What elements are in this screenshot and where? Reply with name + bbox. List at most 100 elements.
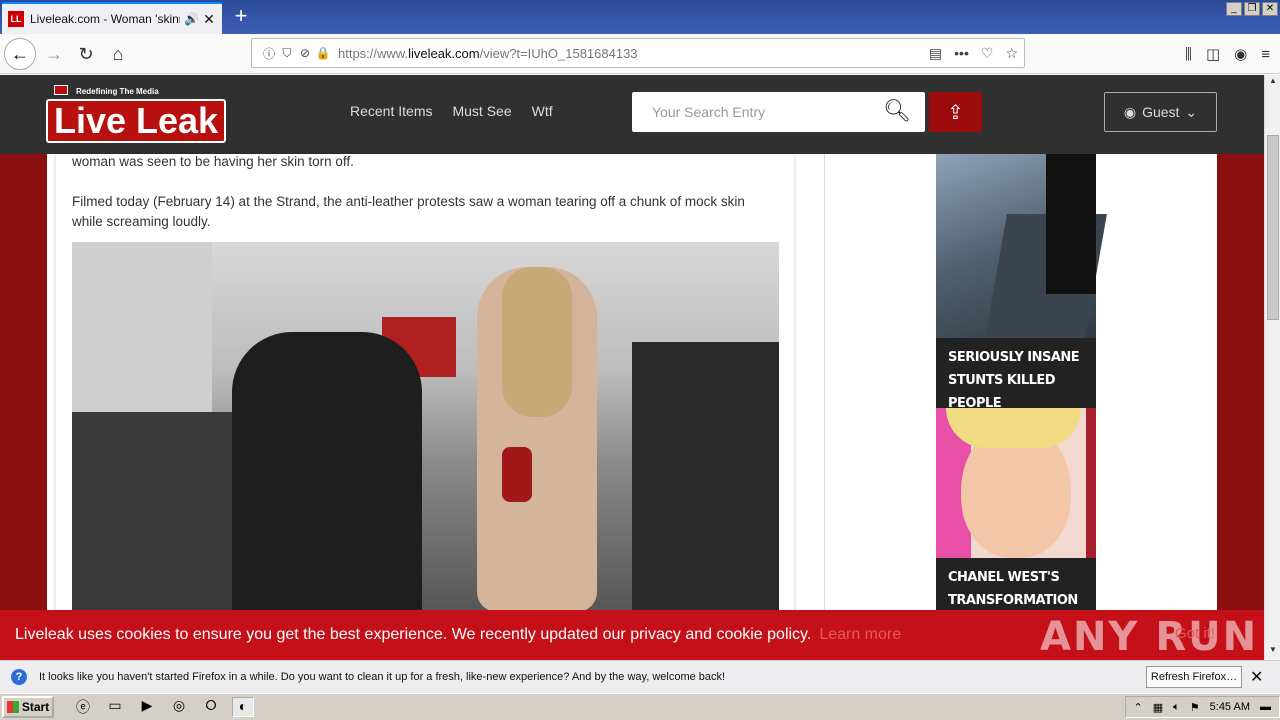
- anyrun-watermark: ANY RUN: [1040, 614, 1259, 660]
- chevron-down-icon: ⌄: [1185, 103, 1198, 120]
- system-tray: ⌃ ▦ 🔈︎ ⚑ 5:45 AM ▬: [1124, 696, 1280, 718]
- url-protocol: https://www.: [338, 45, 409, 61]
- lock-icon[interactable]: 🔒: [314, 46, 332, 60]
- site-logo[interactable]: Redefining The Media Live Leak: [46, 85, 226, 147]
- upload-icon: ⇪: [947, 101, 964, 124]
- article-paragraph: Filmed today (February 14) at the Strand…: [72, 194, 745, 229]
- firefox-icon[interactable]: ◐: [232, 697, 254, 717]
- scrollbar-thumb[interactable]: [1267, 135, 1279, 320]
- search-placeholder: Your Search Entry: [652, 104, 766, 120]
- promo-thumbnail[interactable]: [936, 408, 1096, 558]
- flag-icon[interactable]: ⚑: [1190, 701, 1200, 714]
- url-path: /view?t=IUhO_1581684133: [479, 45, 638, 61]
- clock[interactable]: 5:45 AM: [1210, 701, 1250, 713]
- promo-thumbnail[interactable]: [936, 154, 1107, 338]
- learn-more-link[interactable]: Learn more: [819, 626, 901, 644]
- logo-tagline: Redefining The Media: [76, 87, 159, 96]
- photo-mock-blood: [502, 447, 532, 502]
- speaker-icon[interactable]: 🔊: [184, 12, 199, 26]
- sidebar-icon[interactable]: ◫: [1206, 45, 1220, 63]
- thumb-hair-top: [946, 408, 1081, 448]
- new-tab-button[interactable]: +: [230, 5, 252, 27]
- opera-icon[interactable]: ⭘: [200, 697, 222, 717]
- got-it-button[interactable]: Got it!: [1175, 625, 1215, 642]
- logo-text: Live Leak: [46, 99, 226, 143]
- photo-camera-crew: [632, 342, 779, 612]
- cookie-banner: Liveleak uses cookies to ensure you get …: [0, 610, 1264, 660]
- show-desktop-icon[interactable]: ▬: [1260, 701, 1271, 713]
- quick-launch: ⓔ ▭ ▶ ◎ ⭘ ◐: [72, 697, 254, 717]
- main-nav: Recent Items Must See Wtf: [350, 103, 553, 119]
- pocket-icon[interactable]: ♡: [981, 45, 994, 62]
- cookie-text: Liveleak uses cookies to ensure you get …: [15, 626, 812, 643]
- minimize-button[interactable]: _: [1226, 2, 1242, 16]
- vertical-scrollbar[interactable]: ▲ ▼: [1264, 75, 1280, 660]
- notification-bar: ? It looks like you haven't started Fire…: [0, 660, 1280, 693]
- forward-button[interactable]: →: [38, 38, 70, 70]
- tray-expand-icon[interactable]: ⌃: [1134, 701, 1143, 714]
- thumb-figure: [1046, 154, 1096, 294]
- article-paragraph: woman was seen to be having her skin tor…: [72, 154, 354, 169]
- chrome-icon[interactable]: ◎: [168, 697, 190, 717]
- refresh-firefox-button[interactable]: Refresh Firefox…: [1146, 666, 1242, 688]
- nav-recent-items[interactable]: Recent Items: [350, 103, 432, 119]
- account-icon[interactable]: ◉: [1234, 45, 1247, 63]
- window-controls: _ ❐ ✕: [1226, 2, 1278, 16]
- nav-must-see[interactable]: Must See: [452, 103, 511, 119]
- start-button[interactable]: Start: [2, 696, 54, 718]
- library-icon[interactable]: ⫼: [1185, 46, 1192, 63]
- article-photo[interactable]: [72, 242, 779, 612]
- url-bar[interactable]: ⓘ ⛉ ⊘ 🔒 https://www. liveleak.com/view?t=…: [251, 38, 1025, 68]
- volume-icon[interactable]: 🔈︎: [1173, 701, 1180, 714]
- bookmark-star-icon[interactable]: ☆: [1005, 45, 1018, 62]
- page-actions-icon[interactable]: •••: [954, 45, 969, 62]
- browser-tabstrip: LL Liveleak.com - Woman 'skinned 🔊 ✕ + _…: [0, 0, 1280, 34]
- site-header: Redefining The Media Live Leak Recent It…: [0, 75, 1264, 154]
- reader-view-icon[interactable]: ▤: [929, 45, 942, 62]
- close-notification-icon[interactable]: ✕: [1250, 667, 1263, 687]
- tv-icon: [54, 85, 68, 95]
- scroll-up-icon[interactable]: ▲: [1266, 76, 1280, 90]
- home-button[interactable]: ⌂: [102, 38, 134, 70]
- upload-button[interactable]: ⇪: [929, 92, 982, 132]
- url-host: liveleak.com: [408, 45, 480, 61]
- promo-caption[interactable]: SERIOUSLY INSANE STUNTS KILLED PEOPLE: [936, 338, 1096, 411]
- nav-wtf[interactable]: Wtf: [532, 103, 553, 119]
- windows-flag-icon: [6, 701, 19, 713]
- photo-building: [72, 242, 212, 422]
- thumb-edge: [1086, 408, 1096, 558]
- article-body: woman was seen to be having her skin tor…: [56, 154, 794, 660]
- user-menu-button[interactable]: ◉ Guest ⌄: [1104, 92, 1217, 132]
- liveleak-favicon-icon: LL: [8, 11, 24, 27]
- search-input[interactable]: Your Search Entry 🔍︎: [632, 92, 925, 132]
- reload-button[interactable]: ↻: [70, 38, 102, 70]
- tab-title: Liveleak.com - Woman 'skinned: [30, 12, 180, 26]
- content-area: woman was seen to be having her skin tor…: [47, 154, 1217, 660]
- browser-tab[interactable]: LL Liveleak.com - Woman 'skinned 🔊 ✕: [2, 2, 222, 34]
- scroll-down-icon[interactable]: ▼: [1266, 645, 1280, 659]
- close-window-button[interactable]: ✕: [1262, 2, 1278, 16]
- back-button[interactable]: ←: [4, 38, 36, 70]
- permissions-icon[interactable]: ⊘: [296, 46, 314, 60]
- navigation-toolbar: ← → ↻ ⌂ ⓘ ⛉ ⊘ 🔒 https://www. liveleak.com…: [0, 34, 1280, 74]
- media-player-icon[interactable]: ▶: [136, 697, 158, 717]
- close-tab-icon[interactable]: ✕: [202, 11, 216, 28]
- ie-icon[interactable]: ⓔ: [72, 697, 94, 717]
- tracking-shield-icon[interactable]: ⛉: [278, 46, 296, 61]
- menu-icon[interactable]: ≡: [1261, 46, 1270, 63]
- info-icon[interactable]: ⓘ: [260, 45, 278, 62]
- network-icon[interactable]: ▦: [1153, 701, 1163, 714]
- search-icon[interactable]: 🔍︎: [883, 98, 911, 124]
- taskbar: Start ⓔ ▭ ▶ ◎ ⭘ ◐ ⌃ ▦ 🔈︎ ⚑ 5:45 AM ▬: [0, 693, 1280, 720]
- maximize-button[interactable]: ❐: [1244, 2, 1260, 16]
- notification-text: It looks like you haven't started Firefo…: [39, 671, 726, 683]
- web-page: Redefining The Media Live Leak Recent It…: [0, 75, 1264, 660]
- info-circle-icon: ?: [11, 669, 27, 685]
- photo-crowd: [72, 412, 242, 612]
- sidebar: SERIOUSLY INSANE STUNTS KILLED PEOPLE CH…: [824, 154, 1217, 660]
- folder-icon[interactable]: ▭: [104, 697, 126, 717]
- photo-person-dark: [232, 332, 422, 612]
- photo-hair: [502, 267, 572, 417]
- user-icon: ◉: [1123, 103, 1137, 120]
- user-label: Guest: [1142, 104, 1180, 120]
